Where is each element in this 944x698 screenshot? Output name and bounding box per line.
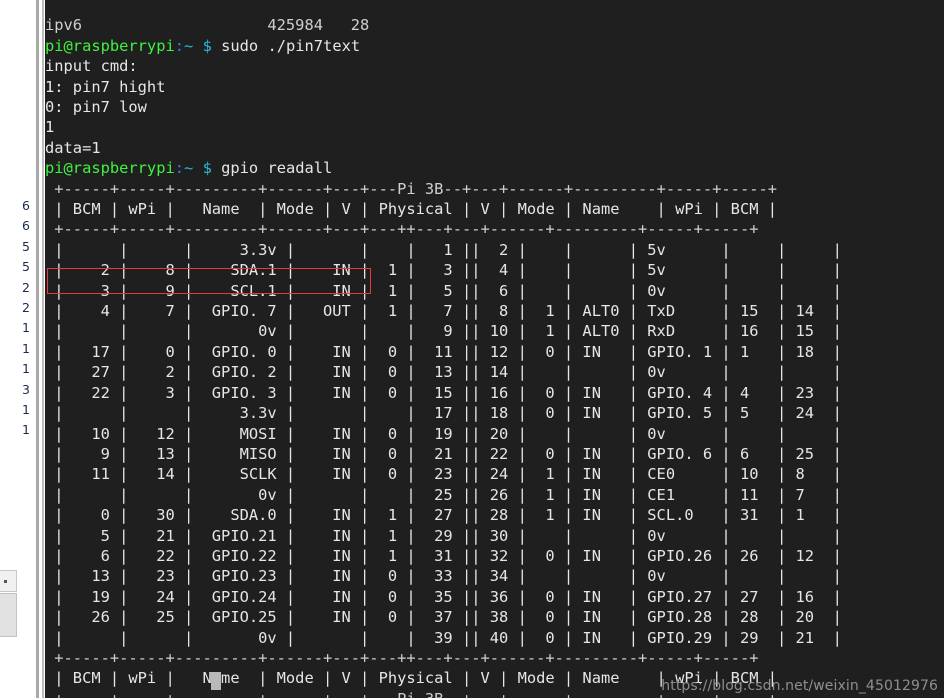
background-number: 1 <box>22 361 30 377</box>
background-number: 1 <box>22 320 30 336</box>
screenshot-root: 6 6 5 5 2 2 1 1 1 3 1 1 ipv6 425984 28 pi@raspberry… <box>0 0 944 698</box>
background-number: 6 <box>22 218 30 234</box>
background-number: 6 <box>22 198 30 213</box>
window-edge-divider <box>36 0 39 698</box>
background-window-number-column: 6 6 5 5 2 2 1 1 1 3 1 1 <box>0 196 30 441</box>
background-window-scroll-button[interactable] <box>0 570 17 592</box>
terminal-window[interactable]: ipv6 425984 28 pi@raspberrypi:~ $ sudo .… <box>45 0 944 698</box>
background-number: 1 <box>22 340 30 356</box>
background-number: 2 <box>22 279 30 295</box>
watermark-url: https://blog.csdn.net/weixin_45012976 <box>661 678 938 694</box>
window-edge-divider-inner <box>42 0 44 698</box>
terminal-cursor <box>211 672 221 690</box>
background-number: 5 <box>22 238 30 254</box>
background-number: 1 <box>22 422 30 438</box>
background-number: 1 <box>22 401 30 417</box>
terminal-output: ipv6 425984 28 pi@raspberrypi:~ $ sudo .… <box>45 16 842 698</box>
background-window-scrollbar-thumb[interactable] <box>0 593 17 637</box>
background-number: 2 <box>22 299 30 315</box>
background-number: 5 <box>22 259 30 275</box>
background-number: 3 <box>22 381 30 397</box>
